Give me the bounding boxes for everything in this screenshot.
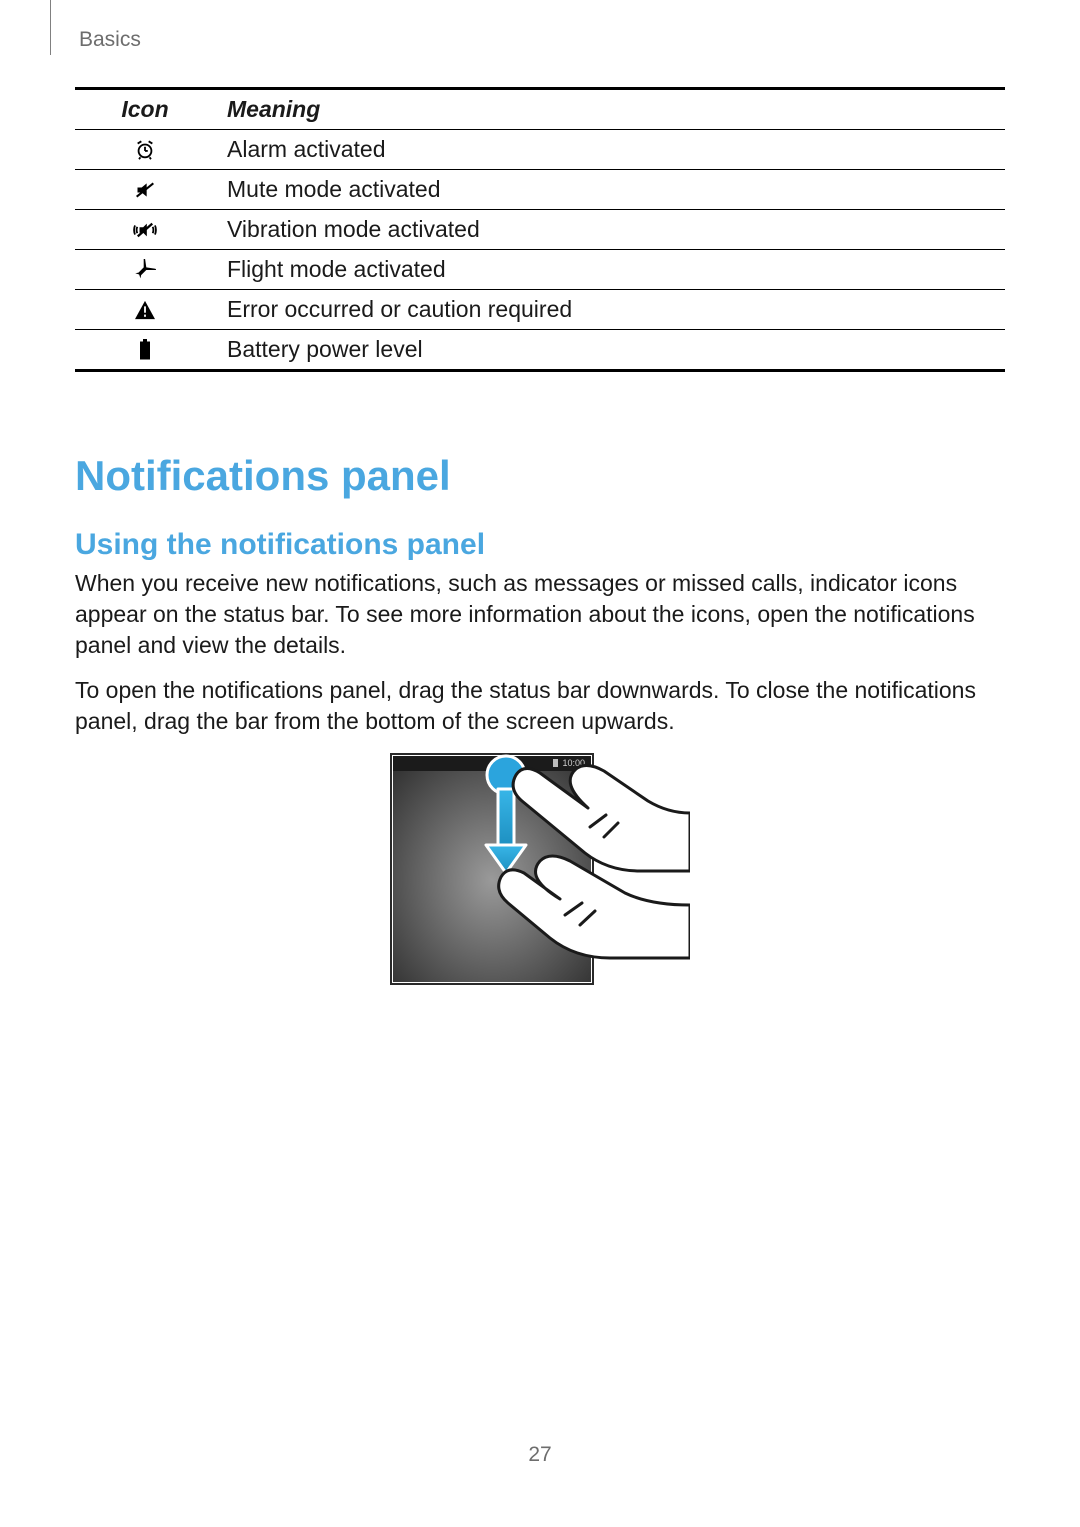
mute-icon xyxy=(75,180,215,200)
table-header-icon: Icon xyxy=(75,89,215,130)
table-header-meaning: Meaning xyxy=(215,89,1005,130)
table-row: Mute mode activated xyxy=(75,170,1005,210)
drag-gesture-illustration: 10:00 xyxy=(390,753,690,985)
table-cell-meaning: Battery power level xyxy=(215,330,1005,371)
header-tab-line xyxy=(50,0,51,55)
alarm-icon xyxy=(75,139,215,161)
table-row: Error occurred or caution required xyxy=(75,290,1005,330)
table-cell-meaning: Vibration mode activated xyxy=(215,210,1005,250)
page-title: Notifications panel xyxy=(75,452,1005,500)
table-cell-meaning: Mute mode activated xyxy=(215,170,1005,210)
page-number: 27 xyxy=(0,1443,1080,1467)
paragraph: When you receive new notifications, such… xyxy=(75,568,1005,661)
battery-icon xyxy=(75,339,215,361)
table-row: Flight mode activated xyxy=(75,250,1005,290)
table-row: Vibration mode activated xyxy=(75,210,1005,250)
table-cell-meaning: Error occurred or caution required xyxy=(215,290,1005,330)
paragraph: To open the notifications panel, drag th… xyxy=(75,675,1005,737)
table-header-row: Icon Meaning xyxy=(75,89,1005,130)
vibration-icon xyxy=(75,220,215,240)
flight-mode-icon xyxy=(75,259,215,281)
document-page: Basics Icon Meaning xyxy=(0,0,1080,1527)
table-row: Battery power level xyxy=(75,330,1005,371)
warning-icon xyxy=(75,300,215,320)
section-title: Using the notifications panel xyxy=(75,528,1005,562)
illustration: 10:00 xyxy=(75,753,1005,990)
icon-meaning-table: Icon Meaning xyxy=(75,87,1005,372)
breadcrumb: Basics xyxy=(79,28,1005,52)
table-cell-meaning: Alarm activated xyxy=(215,130,1005,170)
table-cell-meaning: Flight mode activated xyxy=(215,250,1005,290)
table-row: Alarm activated xyxy=(75,130,1005,170)
